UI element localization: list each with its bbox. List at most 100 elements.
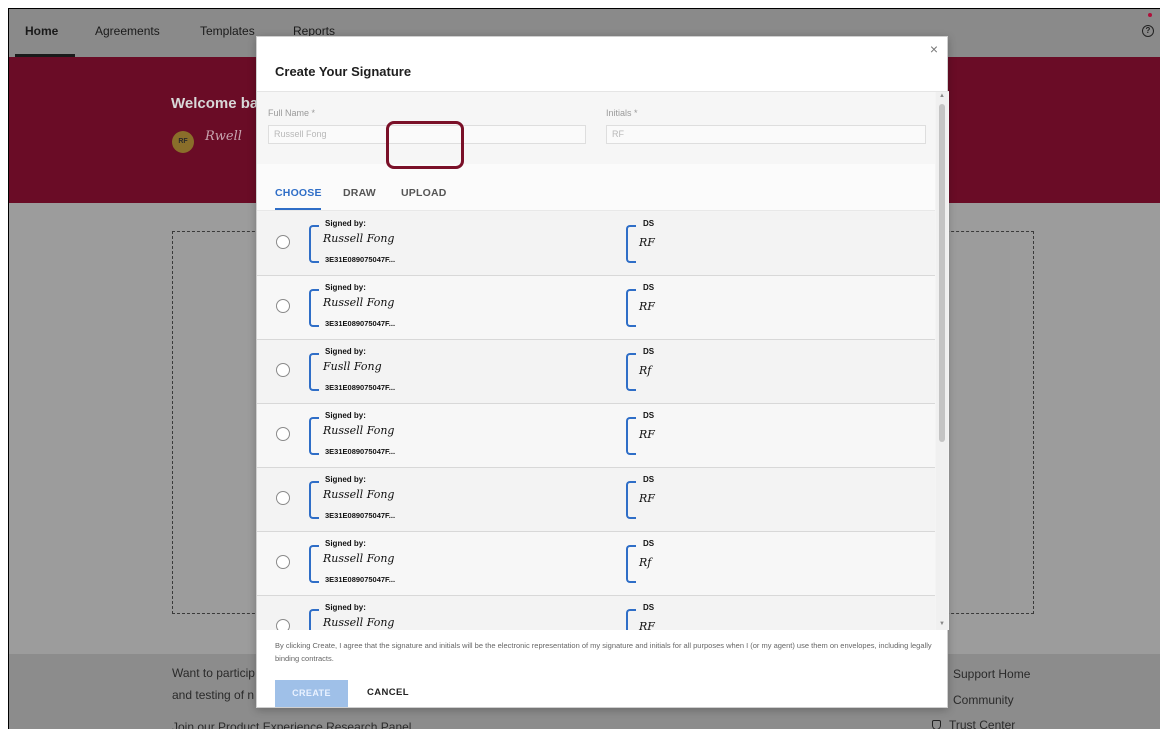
initials-stamp: DS RF: [626, 283, 686, 335]
signed-by-label: Signed by:: [325, 475, 366, 484]
close-icon[interactable]: ×: [927, 42, 941, 56]
signature-option-radio[interactable]: [276, 427, 290, 441]
initials-text: RF: [639, 428, 655, 441]
initials-input[interactable]: RF: [606, 125, 926, 144]
signature-option-radio[interactable]: [276, 363, 290, 377]
ds-label: DS: [643, 475, 655, 484]
signature-bracket: [309, 289, 319, 327]
signature-option-radio[interactable]: [276, 555, 290, 569]
initials-stamp: DS RF: [626, 603, 686, 630]
signature-text: Russell Fong: [323, 232, 395, 245]
trust-center-label: Trust Center: [949, 718, 1016, 729]
signature-option-row[interactable]: Signed by:Russell Fong3E31E089075047F...…: [257, 276, 935, 340]
envelope-id: 3E31E089075047F...: [325, 575, 396, 584]
initials-text: RF: [639, 236, 655, 249]
nav-templates[interactable]: Templates: [200, 24, 255, 38]
signed-by-label: Signed by:: [325, 347, 366, 356]
initials-label: Initials *: [606, 108, 638, 118]
initials-bracket: [626, 545, 636, 583]
initials-bracket: [626, 225, 636, 263]
signature-option-row[interactable]: Signed by: Fusll Fong 3E31E089075047F... DS…: [257, 340, 935, 404]
signature-bracket: [309, 225, 319, 263]
tab-upload[interactable]: UPLOAD: [401, 187, 447, 199]
signature-stamp: Signed by:Russell Fong3E31E089075047F...: [309, 603, 419, 630]
initials-stamp: DS Rf: [626, 347, 686, 399]
signed-by-label: Signed by:: [325, 219, 366, 228]
welcome-heading: Welcome ba: [171, 95, 259, 112]
scroll-up-icon[interactable]: ▲: [939, 93, 945, 99]
signature-bracket: [309, 353, 319, 391]
signature-text: Russell Fong: [323, 424, 395, 437]
signature-stamp: Signed by:Russell Fong3E31E089075047F...: [309, 411, 419, 463]
envelope-id: 3E31E089075047F...: [325, 447, 396, 456]
initials-stamp: DS Rf: [626, 539, 686, 591]
signature-options-list: Signed by: Russell Fong 3E31E089075047F...…: [257, 212, 935, 630]
signature-option-row[interactable]: Signed by:Russell Fong3E31E089075047F...…: [257, 596, 935, 630]
upload-tab-highlight: [386, 121, 464, 169]
signature-bracket: [309, 545, 319, 583]
signature-stamp: Signed by: Fusll Fong 3E31E089075047F...: [309, 347, 419, 399]
ds-label: DS: [643, 283, 655, 292]
avatar: RF: [172, 131, 194, 153]
active-tab-indicator: [275, 208, 321, 210]
cancel-button[interactable]: CANCEL: [367, 687, 409, 698]
dialog-title: Create Your Signature: [275, 64, 412, 79]
consent-text: By clicking Create, I agree that the sig…: [275, 641, 932, 663]
initials-text: RF: [639, 300, 655, 313]
signature-preview: Rwell: [205, 129, 242, 144]
tab-choose[interactable]: CHOOSE: [275, 187, 322, 199]
initials-bracket: [626, 289, 636, 327]
scroll-down-icon[interactable]: ▼: [939, 621, 945, 627]
signature-option-row[interactable]: Signed by:Russell Fong3E31E089075047F...…: [257, 468, 935, 532]
initials-stamp: DS RF: [626, 219, 686, 271]
scrollbar[interactable]: ▲ ▼: [936, 92, 948, 630]
signature-text: Russell Fong: [323, 616, 395, 629]
tab-draw[interactable]: DRAW: [343, 187, 376, 199]
signed-by-label: Signed by:: [325, 283, 366, 292]
initials-text: Rf: [639, 364, 652, 377]
ds-label: DS: [643, 603, 655, 612]
signature-bracket: [309, 417, 319, 455]
envelope-id: 3E31E089075047F...: [325, 319, 396, 328]
signature-scroll-area[interactable]: Full Name * Russell Fong Initials * RF C…: [257, 91, 949, 630]
name-fields-row: Full Name * Russell Fong Initials * RF: [257, 92, 935, 164]
signature-option-radio[interactable]: [276, 619, 290, 630]
signature-text: Fusll Fong: [323, 360, 382, 373]
signature-stamp: Signed by: Russell Fong 3E31E089075047F...: [309, 219, 419, 271]
create-signature-dialog: Create Your Signature × Full Name * Russ…: [256, 36, 949, 708]
notification-dot: [1148, 13, 1152, 17]
initials-stamp: DS RF: [626, 475, 686, 527]
initials-bracket: [626, 417, 636, 455]
signature-tabs: CHOOSE DRAW UPLOAD: [257, 164, 935, 211]
nav-agreements[interactable]: Agreements: [95, 24, 160, 38]
envelope-id: 3E31E089075047F...: [325, 255, 396, 264]
nav-home[interactable]: Home: [25, 24, 58, 38]
help-icon[interactable]: ?: [1142, 25, 1154, 37]
signed-by-label: Signed by:: [325, 603, 366, 612]
signature-option-radio[interactable]: [276, 491, 290, 505]
footer-text-line2: and testing of n: [172, 688, 255, 702]
initials-bracket: [626, 353, 636, 391]
signature-option-row[interactable]: Signed by:Russell Fong3E31E089075047F...…: [257, 404, 935, 468]
signature-stamp: Signed by:Russell Fong3E31E089075047F...: [309, 539, 419, 591]
signature-option-radio[interactable]: [276, 235, 290, 249]
trust-center-link[interactable]: Trust Center: [932, 718, 1015, 729]
initials-stamp: DS RF: [626, 411, 686, 463]
create-button[interactable]: CREATE: [275, 680, 348, 707]
initials-bracket: [626, 609, 636, 630]
signature-text: Russell Fong: [323, 552, 395, 565]
initials-text: RF: [639, 492, 655, 505]
signature-bracket: [309, 609, 319, 630]
signature-bracket: [309, 481, 319, 519]
scrollbar-thumb[interactable]: [939, 104, 945, 442]
app-window: Home Agreements Templates Reports ? Welc…: [8, 8, 1160, 729]
footer-text-line1: Want to particip: [172, 666, 255, 680]
support-home-link[interactable]: Support Home: [953, 667, 1030, 681]
community-link[interactable]: Community: [953, 693, 1014, 707]
initials-text: Rf: [639, 556, 652, 569]
signature-stamp: Signed by:Russell Fong3E31E089075047F...: [309, 283, 419, 335]
signature-option-row[interactable]: Signed by: Russell Fong 3E31E089075047F...…: [257, 212, 935, 276]
signature-option-row[interactable]: Signed by:Russell Fong3E31E089075047F...…: [257, 532, 935, 596]
signature-option-radio[interactable]: [276, 299, 290, 313]
research-panel-link[interactable]: Join our Product Experience Research Pan…: [172, 720, 411, 729]
